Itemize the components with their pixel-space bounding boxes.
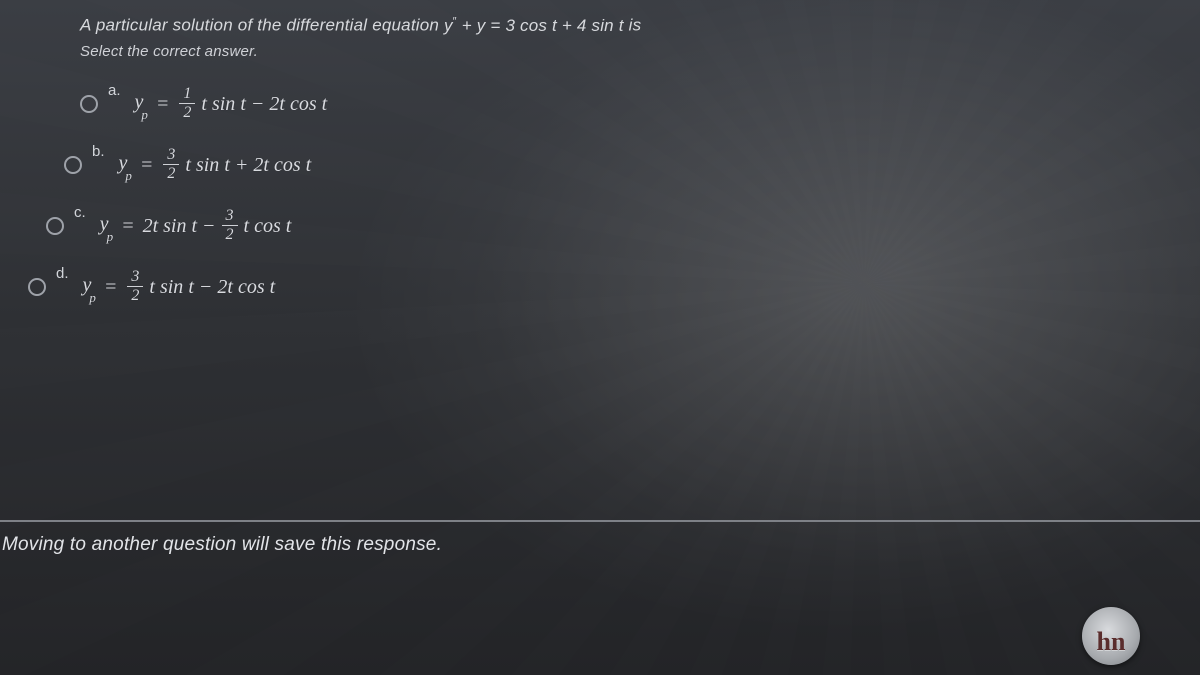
option-a-formula: yp = 1 2 t sin t − 2t cos t	[135, 86, 328, 121]
radio-a[interactable]	[80, 95, 98, 113]
option-c-formula: yp = 2t sin t − 3 2 t cos t	[100, 208, 292, 243]
watermark-badge: hn	[1082, 607, 1140, 665]
option-b[interactable]: b. yp = 3 2 t sin t + 2t cos t	[18, 147, 327, 182]
radio-c[interactable]	[46, 217, 64, 235]
option-a[interactable]: a. yp = 1 2 t sin t − 2t cos t	[18, 86, 327, 121]
select-instruction: Select the correct answer.	[18, 43, 1160, 60]
radio-d[interactable]	[28, 278, 46, 296]
frac-d: 3 2	[127, 269, 143, 304]
option-d-formula: yp = 3 2 t sin t − 2t cos t	[83, 269, 276, 304]
option-a-label: a.	[108, 82, 125, 99]
frac-c: 3 2	[222, 208, 238, 243]
frac-a: 1 2	[179, 86, 195, 121]
question-prompt: A particular solution of the differentia…	[18, 14, 1160, 37]
option-c[interactable]: c. yp = 2t sin t − 3 2 t cos t	[18, 208, 327, 243]
frac-b: 3 2	[163, 147, 179, 182]
options-list: a. yp = 1 2 t sin t − 2t cos t b. yp = 3…	[18, 86, 327, 330]
option-b-formula: yp = 3 2 t sin t + 2t cos t	[119, 147, 312, 182]
option-c-label: c.	[74, 204, 90, 221]
question-block: A particular solution of the differentia…	[18, 14, 1160, 60]
prompt-prefix: A particular solution of the differentia…	[80, 16, 444, 35]
radio-b[interactable]	[64, 156, 82, 174]
quiz-screenshot: A particular solution of the differentia…	[0, 0, 1200, 675]
option-d[interactable]: d. yp = 3 2 t sin t − 2t cos t	[18, 269, 327, 304]
question-equation: y″ + y = 3 cos t + 4 sin t	[444, 16, 629, 35]
save-notice: Moving to another question will save thi…	[0, 520, 1200, 556]
option-d-label: d.	[56, 265, 73, 282]
option-b-label: b.	[92, 143, 109, 160]
watermark-text: hn	[1097, 627, 1126, 657]
prompt-suffix: is	[629, 16, 642, 35]
